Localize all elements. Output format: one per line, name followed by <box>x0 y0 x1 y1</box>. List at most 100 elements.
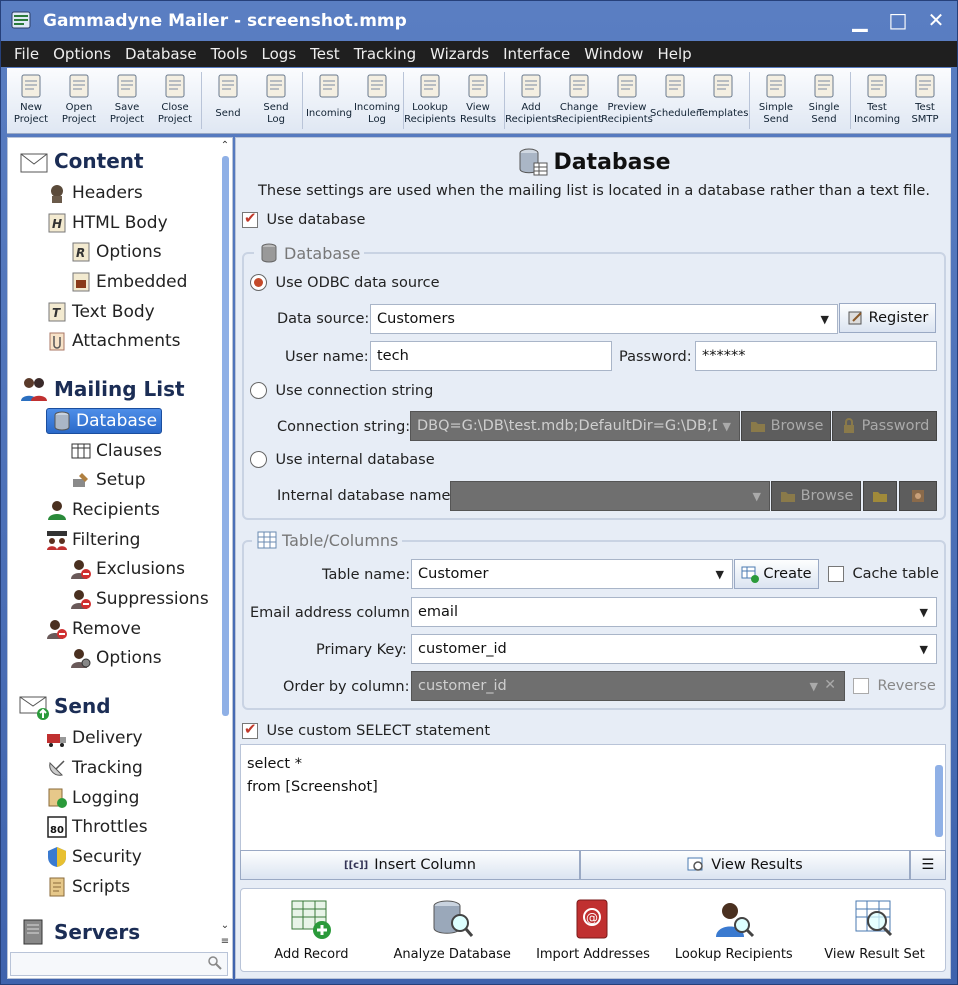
menu-file[interactable]: File <box>7 45 46 63</box>
nav-item-clauses[interactable]: Clauses <box>8 436 218 466</box>
use-internal-database-radio[interactable]: Use internal database <box>250 451 435 468</box>
menu-tracking[interactable]: Tracking <box>347 45 423 63</box>
analyze-database-button[interactable]: Analyze Database <box>387 897 517 962</box>
database-settings-button[interactable] <box>899 481 937 511</box>
view-result-set-button[interactable]: View Result Set <box>810 897 940 962</box>
nav-item-text-body[interactable]: T Text Body <box>8 297 218 327</box>
use-database-check[interactable] <box>242 209 258 228</box>
menu-options[interactable]: Options <box>46 45 118 63</box>
nav-section-send[interactable]: Send <box>8 689 218 723</box>
view-results-button[interactable]: View Results <box>580 850 910 880</box>
nav-item-remove-options[interactable]: Options <box>8 644 218 674</box>
nav-item-headers[interactable]: Headers <box>8 178 218 208</box>
nav-search-input[interactable] <box>10 952 228 976</box>
toolbar-simple-send-button[interactable]: Simple Send <box>752 68 800 133</box>
browse-connection-button[interactable]: Browse <box>741 411 831 441</box>
create-table-button[interactable]: Create <box>734 559 819 589</box>
nav-item-setup[interactable]: Setup <box>8 466 218 496</box>
browse-internal-button[interactable]: Browse <box>771 481 861 511</box>
nav-item-html-options[interactable]: R Options <box>8 237 218 267</box>
nav-item-embedded[interactable]: Embedded <box>8 267 218 297</box>
cache-table-checkbox[interactable]: Cache table <box>828 566 939 582</box>
toolbar-send-button[interactable]: Send <box>204 68 252 133</box>
menu-tools[interactable]: Tools <box>204 45 255 63</box>
use-connection-string-radio-dot[interactable] <box>250 382 267 399</box>
nav-section-mailing-list[interactable]: Mailing List <box>8 372 218 406</box>
primary-key-select[interactable]: customer_id ▼ <box>411 634 937 664</box>
nav-item-tracking[interactable]: Tracking <box>8 753 218 783</box>
nav-item-scripts[interactable]: Scripts <box>8 872 218 902</box>
password-input[interactable]: ****** <box>695 341 937 371</box>
sql-scroll-thumb[interactable] <box>935 765 943 837</box>
use-custom-select-checkbox[interactable]: Use custom SELECT statement <box>242 720 490 739</box>
clear-icon[interactable]: ✕ <box>824 677 836 693</box>
toolbar-send-log-button[interactable]: Send Log <box>252 68 300 133</box>
nav-item-suppressions[interactable]: Suppressions <box>8 584 218 614</box>
menu-window[interactable]: Window <box>577 45 650 63</box>
insert-column-button[interactable]: [[c]] Insert Column <box>240 850 580 880</box>
toolbar-templates-button[interactable]: Templates <box>698 68 748 133</box>
toolbar-incoming-log-button[interactable]: Incoming Log <box>353 68 401 133</box>
toolbar-preview-recipients-button[interactable]: Preview Recipients <box>601 68 653 133</box>
nav-item-html-body[interactable]: H HTML Body <box>8 208 218 238</box>
menu-database[interactable]: Database <box>118 45 204 63</box>
nav-item-exclusions[interactable]: Exclusions <box>8 555 218 585</box>
scroll-menu-icon[interactable]: ≡ <box>220 936 230 947</box>
toolbar-single-send-button[interactable]: Single Send <box>800 68 848 133</box>
nav-item-recipients[interactable]: Recipients <box>8 495 218 525</box>
toolbar-open-project-button[interactable]: Open Project <box>55 68 103 133</box>
sql-menu-button[interactable]: ☰ <box>910 850 946 880</box>
add-record-button[interactable]: Add Record <box>246 897 376 962</box>
open-folder-button[interactable] <box>863 481 897 511</box>
menu-test[interactable]: Test <box>303 45 347 63</box>
nav-item-filtering[interactable]: Filtering <box>8 525 218 555</box>
use-internal-database-radio-dot[interactable] <box>250 451 267 468</box>
sql-scrollbar[interactable] <box>934 747 944 847</box>
reverse-check[interactable] <box>853 678 869 694</box>
nav-item-logging[interactable]: Logging <box>8 783 218 813</box>
nav-item-attachments[interactable]: Attachments <box>8 326 218 356</box>
nav-section-servers[interactable]: Servers <box>8 915 218 948</box>
nav-section-content[interactable]: Content <box>8 144 218 178</box>
nav-item-database[interactable]: Database <box>8 406 218 436</box>
user-name-input[interactable]: tech <box>370 341 612 371</box>
nav-item-delivery[interactable]: Delivery <box>8 723 218 753</box>
order-by-select[interactable]: customer_id ▼ ✕ <box>411 671 845 701</box>
toolbar-change-recipient-button[interactable]: Change Recipient <box>555 68 603 133</box>
menu-help[interactable]: Help <box>650 45 698 63</box>
toolbar-incoming-button[interactable]: Incoming <box>305 68 353 133</box>
menu-logs[interactable]: Logs <box>255 45 304 63</box>
close-button[interactable]: ✕ <box>923 7 949 33</box>
toolbar-view-results-button[interactable]: View Results <box>454 68 502 133</box>
connection-string-select[interactable]: DBQ=G:\DB\test.mdb;DefaultDir=G:\DB;Dr ▼ <box>410 411 740 441</box>
cache-table-check[interactable] <box>828 566 844 582</box>
scroll-up-icon[interactable]: ⌃ <box>220 140 230 151</box>
reverse-checkbox[interactable]: Reverse <box>853 678 936 694</box>
sql-statement-editor[interactable]: select * from [Screenshot] <box>240 744 946 852</box>
minimize-button[interactable]: ▁ <box>847 7 873 33</box>
nav-item-throttles[interactable]: 80 Throttles <box>8 812 218 842</box>
nav-scroll-thumb[interactable] <box>222 156 229 716</box>
use-connection-string-radio[interactable]: Use connection string <box>250 382 433 399</box>
maximize-button[interactable]: □ <box>885 7 911 33</box>
use-odbc-radio-dot[interactable] <box>250 274 267 291</box>
internal-database-select[interactable]: ▼ <box>450 481 770 511</box>
use-custom-select-check[interactable] <box>242 720 258 739</box>
nav-scrollbar[interactable]: ⌃ ⌄ ≡ <box>220 140 230 947</box>
toolbar-test-incoming-button[interactable]: Test Incoming <box>853 68 901 133</box>
import-addresses-button[interactable]: @ Import Addresses <box>528 897 658 962</box>
toolbar-add-recipients-button[interactable]: Add Recipients <box>505 68 557 133</box>
toolbar-new-project-button[interactable]: New Project <box>7 68 55 133</box>
use-odbc-radio[interactable]: Use ODBC data source <box>250 274 440 291</box>
menu-interface[interactable]: Interface <box>496 45 577 63</box>
password-button[interactable]: Password <box>832 411 937 441</box>
toolbar-scheduler-button[interactable]: Scheduler <box>650 68 700 133</box>
nav-item-security[interactable]: Security <box>8 842 218 872</box>
scroll-down-icon[interactable]: ⌄ <box>220 920 230 931</box>
menu-wizards[interactable]: Wizards <box>423 45 496 63</box>
register-button[interactable]: Register <box>839 303 936 333</box>
nav-item-remove[interactable]: Remove <box>8 614 218 644</box>
email-column-select[interactable]: email ▼ <box>411 597 937 627</box>
use-database-checkbox[interactable]: Use database <box>242 209 365 228</box>
toolbar-lookup-recipients-button[interactable]: Lookup Recipients <box>404 68 456 133</box>
